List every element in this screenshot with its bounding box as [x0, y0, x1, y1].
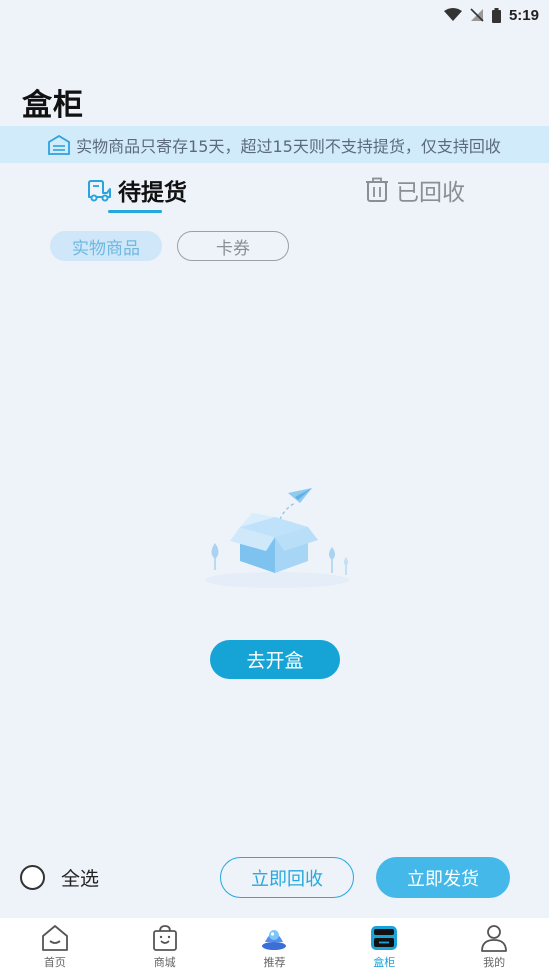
nav-mall[interactable]: 商城 — [130, 924, 200, 970]
nav-box-cabinet-label: 盒柜 — [373, 956, 396, 969]
active-tab-indicator — [108, 210, 162, 213]
bottom-navigation: 首页 商城 推荐 盒柜 我的 — [0, 918, 549, 976]
box-cabinet-page: 5:19 盒柜 实物商品只寄存15天，超过15天则不支持提货，仅支持回收 待提货 — [0, 0, 549, 976]
storage-notice-banner: 实物商品只寄存15天，超过15天则不支持提货，仅支持回收 — [0, 126, 549, 163]
recommend-icon — [262, 930, 287, 950]
nav-profile-label: 我的 — [483, 956, 506, 969]
home-icon — [41, 925, 68, 951]
select-all-label: 全选 — [61, 868, 100, 890]
clock: 5:19 — [508, 6, 539, 24]
empty-box-illustration — [205, 488, 349, 588]
filter-coupons[interactable]: 卡券 — [177, 231, 289, 261]
tab-recycled-label: 已回收 — [396, 180, 465, 206]
select-all-toggle[interactable]: 全选 — [20, 864, 99, 891]
filter-physical-goods[interactable]: 实物商品 — [50, 231, 162, 261]
trash-icon — [366, 177, 388, 202]
ship-now-button[interactable]: 立即发货 — [376, 857, 510, 898]
tab-recycled[interactable]: 已回收 — [364, 170, 465, 210]
tab-pending-pickup[interactable]: 待提货 — [86, 170, 187, 210]
open-box-button[interactable]: 去开盒 — [210, 640, 340, 679]
notice-text: 实物商品只寄存15天，超过15天则不支持提货，仅支持回收 — [76, 136, 501, 156]
wifi-icon — [443, 8, 462, 21]
nav-mall-label: 商城 — [153, 956, 176, 969]
select-all-radio[interactable] — [20, 865, 45, 890]
battery-icon — [491, 7, 501, 23]
nav-home-label: 首页 — [43, 956, 66, 969]
tab-pending-label: 待提货 — [118, 180, 187, 206]
profile-icon — [481, 925, 507, 952]
box-cabinet-icon — [371, 926, 398, 950]
nav-box-cabinet[interactable]: 盒柜 — [349, 924, 419, 970]
nav-home[interactable]: 首页 — [20, 924, 90, 970]
no-signal-icon — [470, 8, 484, 22]
nav-recommend[interactable]: 推荐 — [239, 924, 309, 970]
page-title: 盒柜 — [22, 88, 84, 123]
nav-recommend-label: 推荐 — [263, 956, 286, 969]
truck-icon — [88, 180, 111, 202]
shopping-bag-icon — [152, 925, 177, 951]
warehouse-icon — [48, 134, 71, 155]
status-bar: 5:19 — [0, 0, 549, 30]
recycle-now-button[interactable]: 立即回收 — [220, 857, 354, 898]
nav-profile[interactable]: 我的 — [459, 924, 529, 970]
